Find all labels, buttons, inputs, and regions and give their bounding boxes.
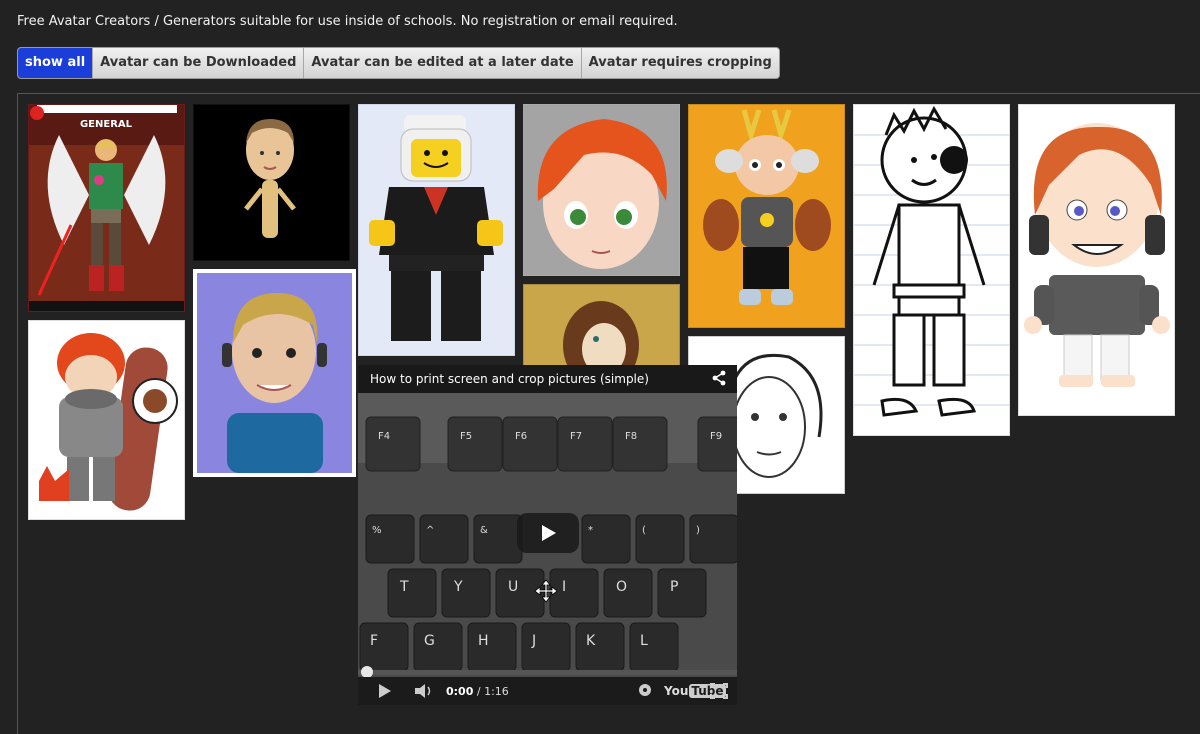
comic-cover-title: GENERAL	[80, 119, 133, 130]
key-u: U	[508, 579, 518, 595]
key-i: I	[562, 579, 566, 595]
avatar-tile-superhero[interactable]: GENERAL	[28, 104, 185, 312]
video-title[interactable]: How to print screen and crop pictures (s…	[358, 365, 737, 393]
curly-avatar-image	[524, 285, 679, 365]
avatar-tile-lego[interactable]	[358, 104, 515, 356]
key-f5: F5	[460, 431, 472, 442]
time-current: 0:00	[446, 685, 474, 698]
intro-text: Free Avatar Creators / Generators suitab…	[17, 14, 678, 29]
avatar-tile-wimpy-kid[interactable]	[853, 104, 1010, 436]
key-f4: F4	[378, 431, 390, 442]
key-h: H	[478, 633, 489, 649]
key-l: L	[640, 633, 648, 649]
key-caret: ^	[426, 525, 434, 536]
key-y: Y	[453, 579, 463, 595]
avatar-tile-anime[interactable]	[523, 104, 680, 276]
play-icon	[542, 525, 556, 541]
fullscreen-icon[interactable]	[710, 683, 728, 699]
key-asterisk: *	[588, 525, 593, 536]
youtube-logo-you: You	[664, 684, 689, 698]
key-k: K	[586, 633, 596, 649]
video-progress-bar[interactable]	[358, 666, 737, 678]
headphones-avatar-image	[1019, 105, 1174, 415]
snowboarder-avatar-image	[29, 321, 184, 519]
key-j: J	[531, 633, 536, 649]
key-p: P	[670, 579, 678, 595]
monkey-kid-avatar-image	[689, 105, 844, 327]
play-button[interactable]	[517, 513, 579, 553]
time-separator: /	[473, 685, 485, 698]
avatar-tile-mii[interactable]	[193, 104, 350, 261]
key-o: O	[616, 579, 627, 595]
filter-show-all[interactable]: show all	[18, 48, 94, 78]
volume-icon[interactable]	[414, 683, 434, 699]
filter-downloadable[interactable]: Avatar can be Downloaded	[93, 48, 305, 78]
video-time: 0:00 / 1:16	[446, 685, 509, 698]
key-g: G	[424, 633, 435, 649]
superhero-avatar-image: GENERAL	[29, 105, 184, 311]
filter-bar: show all Avatar can be Downloaded Avatar…	[17, 47, 780, 79]
avatar-tile-cartoon-curly[interactable]	[523, 284, 680, 366]
key-f9: F9	[710, 431, 722, 442]
key-t: T	[399, 579, 409, 595]
avatar-tile-headphones[interactable]	[1018, 104, 1175, 416]
key-percent: %	[372, 525, 382, 536]
time-total: 1:16	[484, 685, 509, 698]
wimpy-kid-avatar-image	[854, 105, 1009, 435]
video-controls: 0:00 / 1:16 You Tube	[358, 677, 737, 705]
video-player[interactable]: F4 F5 F6 F7 F8 F9 % ^ & * ( ) T Y U I O …	[358, 365, 737, 705]
avatar-tile-snowboarder[interactable]	[28, 320, 185, 520]
key-f8: F8	[625, 431, 637, 442]
key-paren-close: )	[696, 525, 700, 536]
avatar-tile-xbox[interactable]	[193, 269, 356, 477]
filter-editable-later[interactable]: Avatar can be edited at a later date	[304, 48, 582, 78]
share-icon[interactable]	[711, 370, 727, 386]
key-ampersand: &	[480, 525, 488, 536]
anime-avatar-image	[524, 105, 679, 275]
mii-avatar-image	[194, 105, 349, 260]
key-f7: F7	[570, 431, 582, 442]
key-paren-open: (	[642, 525, 646, 536]
key-f: F	[370, 633, 378, 649]
filter-requires-cropping[interactable]: Avatar requires cropping	[581, 48, 779, 78]
key-f6: F6	[515, 431, 527, 442]
lego-avatar-image	[359, 105, 514, 355]
play-small-icon[interactable]	[378, 683, 392, 699]
move-cursor-icon	[534, 579, 558, 603]
avatar-tile-monkey-kid[interactable]	[688, 104, 845, 328]
settings-icon[interactable]	[638, 683, 652, 697]
xbox-avatar-image	[197, 273, 352, 473]
